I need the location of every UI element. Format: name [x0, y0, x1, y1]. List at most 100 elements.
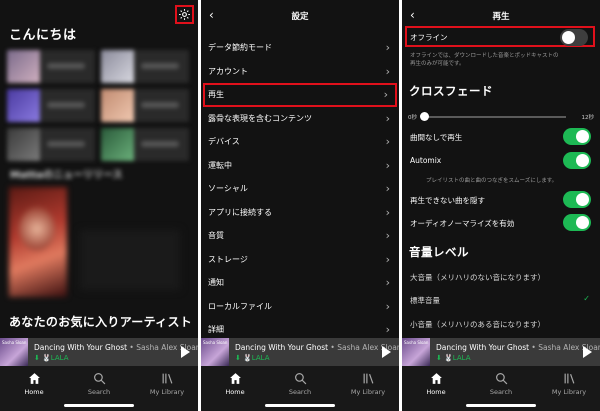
- chevron-right-icon: ›: [385, 111, 390, 125]
- page-title: 設定: [291, 12, 309, 22]
- album-cover[interactable]: [9, 187, 67, 297]
- automix-toggle[interactable]: [563, 152, 591, 169]
- chevron-right-icon: ›: [383, 88, 388, 101]
- mini-player[interactable]: Sasha Sloan Dancing With Your Ghost • Sa…: [0, 338, 198, 366]
- settings-item-label: デバイス: [208, 137, 240, 146]
- volume-option-quiet[interactable]: 小音量（メリハリのある音になります）: [402, 313, 600, 335]
- home-icon: [229, 373, 241, 384]
- play-icon[interactable]: [382, 346, 391, 358]
- tab-home[interactable]: Home: [4, 372, 64, 396]
- mini-player[interactable]: Sasha Sloan Dancing With Your Ghost • Sa…: [402, 338, 600, 366]
- slider-track: [422, 116, 566, 118]
- playback-screen: ‹ 再生 オフライン オフラインでは、ダウンロードした音楽とポッドキャストの 再…: [402, 0, 600, 411]
- settings-item[interactable]: アカウント ›: [201, 60, 399, 84]
- gapless-row: 曲間なしで再生: [402, 126, 600, 148]
- settings-item[interactable]: デバイス ›: [201, 130, 399, 154]
- library-icon: [363, 373, 373, 384]
- offline-toggle[interactable]: [560, 29, 588, 46]
- now-playing-art: Sasha Sloan: [201, 338, 229, 366]
- home-indicator: [265, 404, 335, 407]
- settings-menu: データ節約モード › アカウント › 再生 › 露骨な表現を含むコンテンツ › デバイス › 運転中…: [201, 36, 399, 342]
- tab-search[interactable]: Search: [69, 372, 129, 396]
- normalize-label: オーディオノーマライズを有効: [410, 219, 515, 228]
- tab-home[interactable]: Home: [406, 372, 466, 396]
- crossfade-slider[interactable]: 0秒 12秒: [408, 110, 594, 124]
- tab-search[interactable]: Search: [471, 372, 531, 396]
- home-indicator: [64, 404, 134, 407]
- tab-library[interactable]: My Library: [539, 372, 599, 396]
- settings-item-label: アプリに接続する: [208, 207, 272, 217]
- hide-unplayable-toggle[interactable]: [563, 191, 591, 208]
- settings-item[interactable]: 運転中 ›: [201, 154, 399, 178]
- chevron-right-icon: ›: [385, 205, 390, 219]
- check-icon: ✓: [583, 294, 590, 303]
- tab-home[interactable]: Home: [205, 372, 265, 396]
- now-playing-device: ⬇ 🐰LALA: [235, 354, 270, 362]
- play-icon[interactable]: [583, 346, 592, 358]
- recent-tile[interactable]: [101, 128, 189, 161]
- search-icon: [294, 373, 306, 385]
- volume-heading: 音量レベル: [409, 245, 469, 259]
- settings-item[interactable]: ソーシャル ›: [201, 177, 399, 201]
- play-icon[interactable]: [181, 346, 190, 358]
- three-screen-collage: こんにちは Mattaのニューリリース あなたのお気に入りアーティスト Sash…: [0, 0, 600, 411]
- settings-item-label: 詳細: [208, 325, 224, 334]
- settings-item-label: データ節約モード: [208, 43, 272, 52]
- volume-option-normal[interactable]: 標準音量 ✓: [402, 289, 600, 311]
- now-playing-device: ⬇ 🐰LALA: [436, 354, 471, 362]
- settings-item[interactable]: アプリに接続する ›: [201, 201, 399, 225]
- settings-item[interactable]: 通知 ›: [201, 271, 399, 295]
- settings-item[interactable]: ローカルファイル ›: [201, 295, 399, 319]
- search-icon: [93, 373, 105, 385]
- hide-unplayable-label: 再生できない曲を隠す: [410, 196, 485, 205]
- recent-tile[interactable]: [7, 89, 95, 122]
- normalize-row: オーディオノーマライズを有効: [402, 212, 600, 234]
- recent-tile[interactable]: [7, 128, 95, 161]
- new-releases-heading: Mattaのニューリリース: [10, 170, 123, 181]
- settings-item[interactable]: データ節約モード ›: [201, 36, 399, 60]
- tab-search[interactable]: Search: [270, 372, 330, 396]
- now-playing-title: Dancing With Your Ghost • Sasha Alex Slo…: [235, 343, 399, 352]
- recent-tile[interactable]: [7, 50, 95, 83]
- tab-library[interactable]: My Library: [137, 372, 197, 396]
- chevron-right-icon: ›: [385, 64, 390, 78]
- offline-label: オフライン: [410, 33, 448, 42]
- automix-label: Automix: [410, 156, 442, 165]
- offline-row: オフライン: [405, 26, 595, 47]
- recent-tile[interactable]: [101, 89, 189, 122]
- chevron-right-icon: ›: [385, 229, 390, 242]
- chevron-right-icon: ›: [385, 182, 390, 195]
- normalize-toggle[interactable]: [563, 214, 591, 231]
- settings-item-label: 音質: [208, 231, 224, 240]
- crossfade-min: 0秒: [408, 115, 417, 121]
- gapless-toggle[interactable]: [563, 128, 591, 145]
- mini-player[interactable]: Sasha Sloan Dancing With Your Ghost • Sa…: [201, 338, 399, 366]
- recent-tile[interactable]: [101, 50, 189, 83]
- blurred-content: [80, 230, 180, 290]
- settings-item[interactable]: 再生 ›: [203, 83, 397, 107]
- gear-icon: [179, 9, 190, 20]
- settings-item[interactable]: ストレージ ›: [201, 248, 399, 272]
- settings-item[interactable]: 音質 ›: [201, 224, 399, 248]
- chevron-right-icon: ›: [385, 41, 390, 54]
- settings-item-label: 通知: [208, 278, 224, 287]
- settings-gear-button[interactable]: [175, 5, 194, 24]
- now-playing-title: Dancing With Your Ghost • Sasha Alex Slo…: [436, 343, 600, 352]
- settings-item[interactable]: 露骨な表現を含むコンテンツ ›: [201, 107, 399, 131]
- hide-unplayable-row: 再生できない曲を隠す: [402, 189, 600, 211]
- settings-item-label: 露骨な表現を含むコンテンツ: [208, 113, 312, 123]
- home-icon: [430, 373, 442, 384]
- home-indicator: [466, 404, 536, 407]
- chevron-right-icon: ›: [385, 276, 390, 289]
- chevron-right-icon: ›: [385, 135, 390, 148]
- automix-note: プレイリストの曲と曲のつなぎをスムーズにします。: [426, 178, 558, 184]
- crossfade-max: 12秒: [581, 115, 595, 121]
- settings-item-label: 再生: [208, 90, 224, 99]
- automix-row: Automix: [402, 150, 600, 172]
- search-icon: [495, 373, 507, 385]
- greeting-heading: こんにちは: [9, 28, 77, 43]
- volume-option-loud[interactable]: 大音量（メリハリのない音になります）: [402, 266, 600, 288]
- tab-library[interactable]: My Library: [338, 372, 398, 396]
- settings-item-label: ソーシャル: [208, 184, 248, 193]
- slider-thumb[interactable]: [420, 112, 429, 121]
